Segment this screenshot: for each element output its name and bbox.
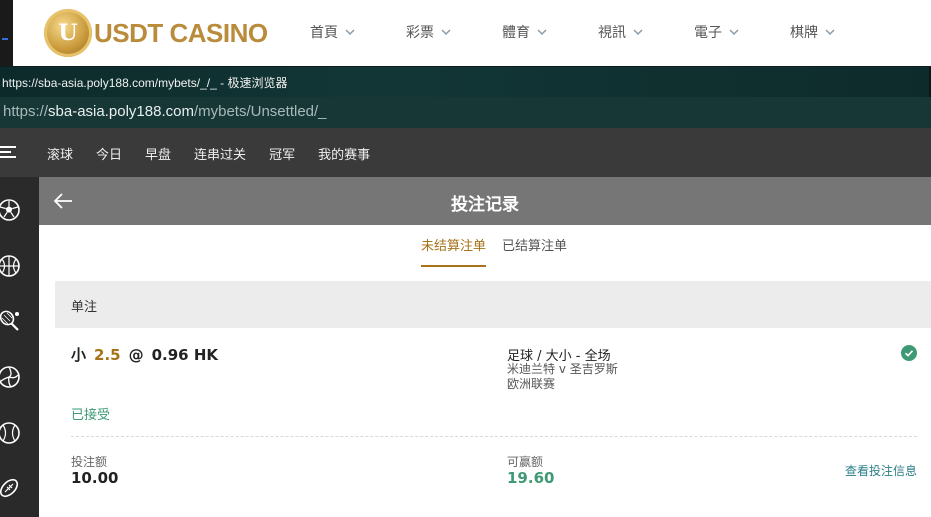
status-badge: 已接受 bbox=[71, 408, 111, 423]
site-nav-slots[interactable]: 電子 bbox=[694, 22, 740, 42]
chevron-down-icon bbox=[825, 29, 835, 36]
url-path: /mybets/Unsettled/_ bbox=[193, 103, 327, 120]
tab-parlay[interactable]: 连串过关 bbox=[194, 144, 246, 163]
baseball-icon[interactable] bbox=[0, 421, 21, 445]
bet-league: 欧洲联赛 bbox=[507, 377, 556, 391]
url-text: https://sba-asia.poly188.com/mybets/Unse… bbox=[3, 103, 327, 120]
sport-menu: 滚球 今日 早盘 连串过关 冠军 我的赛事 bbox=[0, 128, 931, 177]
logo-text: USDT CASINO bbox=[94, 17, 268, 48]
menu-icon[interactable] bbox=[0, 146, 16, 158]
bet-history-panel: 投注记录 未结算注单 已结算注单 单注 小 2.5 @ 0.96 HK 足球 /… bbox=[39, 177, 931, 517]
url-scheme: https:// bbox=[3, 103, 49, 120]
view-bet-info-link[interactable]: 查看投注信息 bbox=[845, 462, 917, 479]
panel-header: 投注记录 bbox=[39, 177, 931, 225]
site-nav-home[interactable]: 首頁 bbox=[310, 22, 356, 42]
site-nav-live[interactable]: 視訊 bbox=[598, 22, 644, 42]
section-title: 单注 bbox=[71, 300, 98, 315]
tab-in-play[interactable]: 滚球 bbox=[47, 144, 73, 163]
site-nav-lottery[interactable]: 彩票 bbox=[406, 22, 452, 42]
check-circle-icon bbox=[901, 345, 917, 361]
site-logo[interactable]: U USDT CASINO bbox=[44, 8, 268, 58]
selection-name: 小 bbox=[71, 346, 87, 364]
site-nav-sports[interactable]: 體育 bbox=[502, 22, 548, 42]
edge-mark bbox=[2, 38, 8, 40]
basketball-icon[interactable] bbox=[0, 254, 21, 278]
chevron-down-icon bbox=[633, 29, 643, 36]
url-host: sba-asia.poly188.com bbox=[48, 103, 194, 120]
section-header: 单注 bbox=[55, 281, 931, 328]
sport-tabs: 滚球 今日 早盘 连串过关 冠军 我的赛事 bbox=[47, 144, 393, 163]
page-title: 投注记录 bbox=[451, 195, 519, 215]
page: U USDT CASINO 首頁 彩票 體育 視訊 電子 棋牌 https://… bbox=[0, 0, 931, 517]
chevron-down-icon bbox=[345, 29, 355, 36]
selection-line: 2.5 bbox=[94, 346, 121, 364]
tab-my-events[interactable]: 我的赛事 bbox=[318, 144, 370, 163]
bet-status-tabs: 未结算注单 已结算注单 bbox=[421, 235, 583, 267]
divider bbox=[71, 436, 917, 437]
address-bar[interactable]: https://sba-asia.poly188.com/mybets/Unse… bbox=[0, 97, 931, 128]
bet-card: 小 2.5 @ 0.96 HK 足球 / 大小 - 全场 米迪兰特 v 圣吉罗斯… bbox=[55, 328, 931, 517]
nav-label: 棋牌 bbox=[790, 25, 818, 41]
at-sign: @ bbox=[128, 346, 144, 364]
bet-selection: 小 2.5 @ 0.96 HK bbox=[71, 344, 218, 365]
sport-sidebar bbox=[0, 177, 39, 517]
tab-today[interactable]: 今日 bbox=[96, 144, 122, 163]
chevron-down-icon bbox=[537, 29, 547, 36]
win-label: 可赢额 bbox=[507, 455, 544, 469]
chevron-down-icon bbox=[441, 29, 451, 36]
tab-outright[interactable]: 冠军 bbox=[269, 144, 295, 163]
tab-early[interactable]: 早盘 bbox=[145, 144, 171, 163]
site-nav: 首頁 彩票 體育 視訊 電子 棋牌 bbox=[310, 22, 886, 42]
side-edge bbox=[0, 0, 13, 66]
soccer-icon[interactable] bbox=[0, 198, 21, 222]
site-nav-cards[interactable]: 棋牌 bbox=[790, 22, 836, 42]
chevron-down-icon bbox=[729, 29, 739, 36]
stake-label: 投注额 bbox=[71, 455, 108, 469]
nav-label: 視訊 bbox=[598, 25, 626, 41]
nav-label: 彩票 bbox=[406, 25, 434, 41]
window-title: https://sba-asia.poly188.com/mybets/_/_ … bbox=[2, 76, 288, 90]
volleyball-icon[interactable] bbox=[0, 365, 21, 389]
tab-unsettled[interactable]: 未结算注单 bbox=[421, 235, 487, 267]
stake-value: 10.00 bbox=[71, 469, 119, 487]
window-title-bar[interactable]: https://sba-asia.poly188.com/mybets/_/_ … bbox=[0, 66, 931, 98]
nav-label: 體育 bbox=[502, 25, 530, 41]
win-value: 19.60 bbox=[507, 469, 555, 487]
tennis-icon[interactable] bbox=[0, 309, 21, 333]
logo-badge-icon: U bbox=[44, 9, 92, 57]
nav-label: 電子 bbox=[694, 25, 722, 41]
tab-settled[interactable]: 已结算注单 bbox=[502, 235, 567, 267]
football-icon[interactable] bbox=[0, 476, 21, 500]
nav-label: 首頁 bbox=[310, 25, 338, 41]
bet-odds: 0.96 HK bbox=[151, 346, 219, 364]
site-header: U USDT CASINO 首頁 彩票 體育 視訊 電子 棋牌 bbox=[0, 0, 931, 66]
